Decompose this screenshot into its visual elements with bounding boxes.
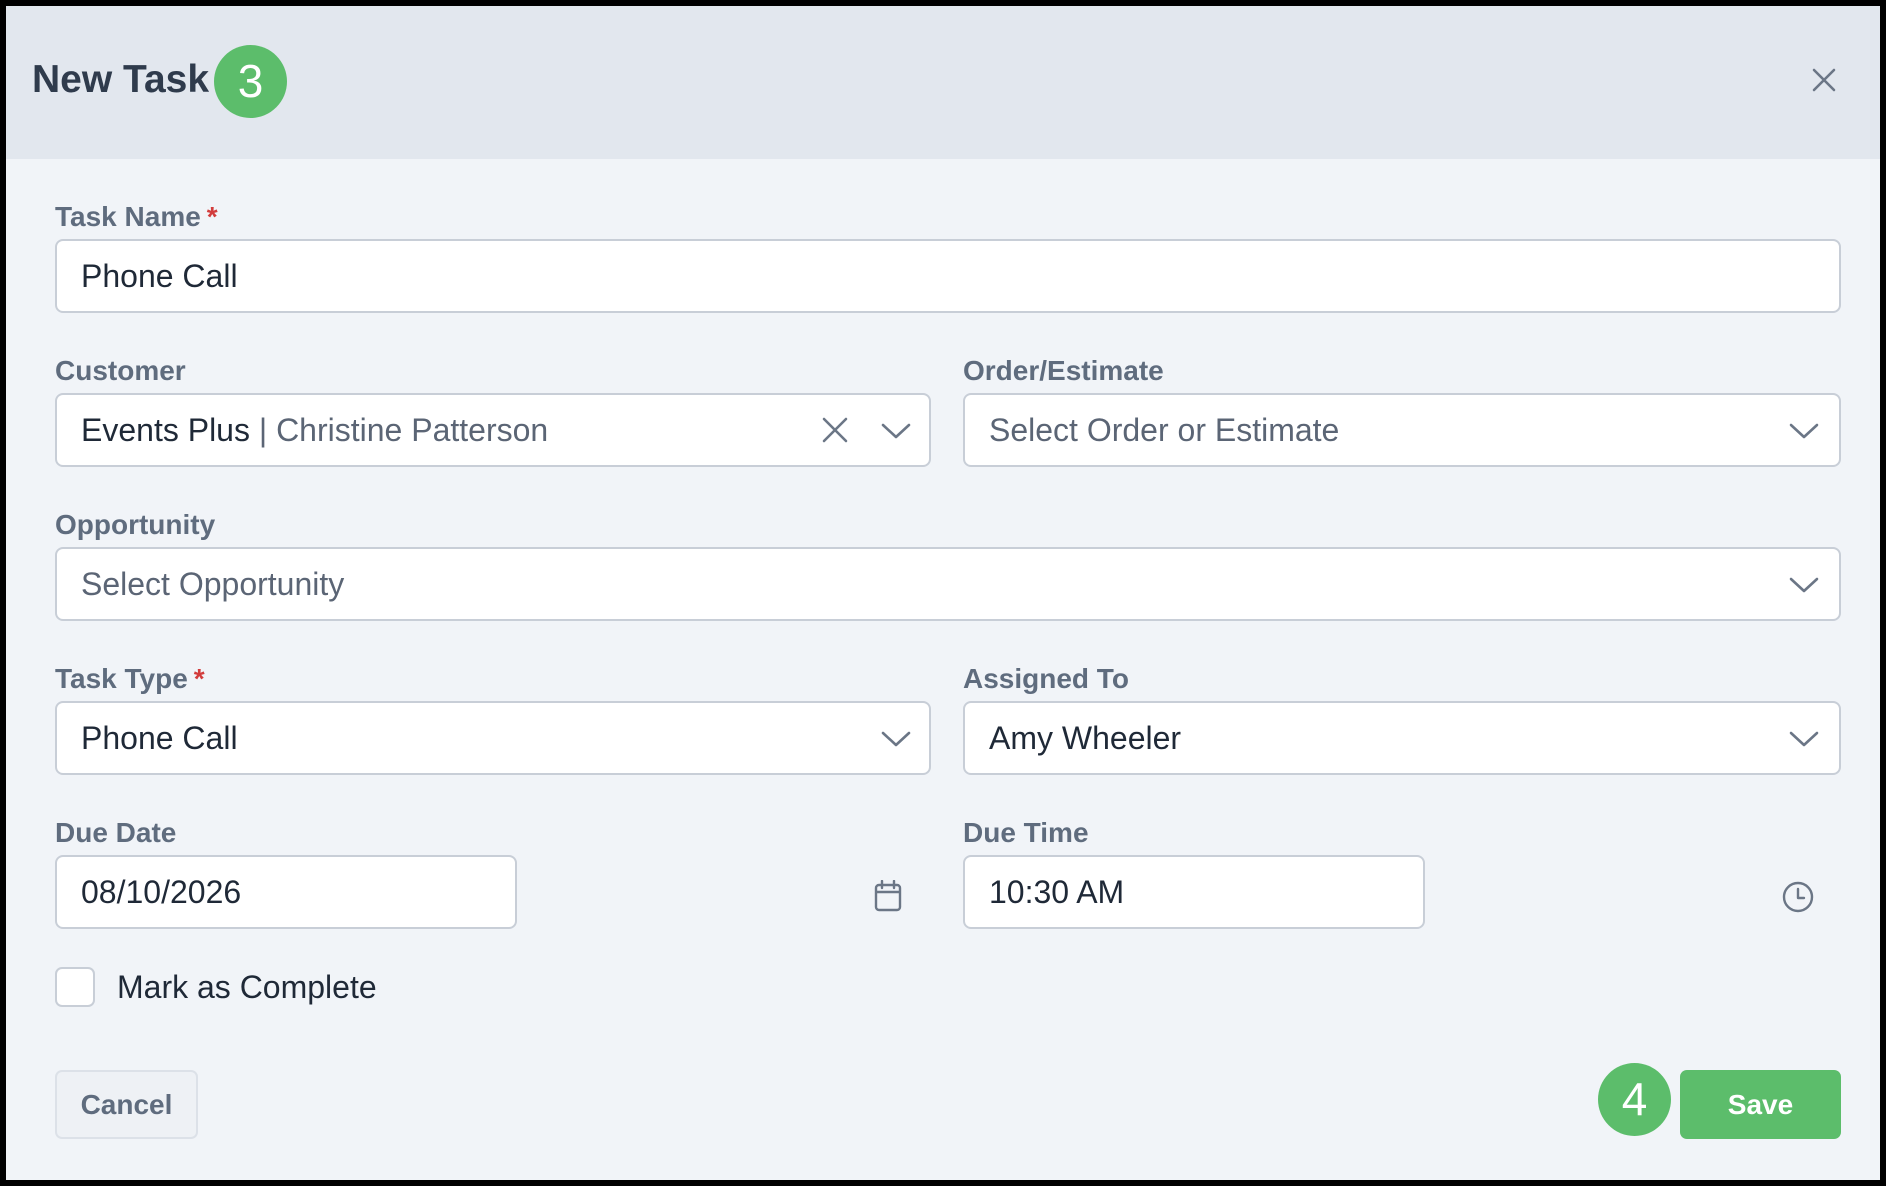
modal-header: New Task 3 [6, 6, 1880, 159]
customer-separator: | [249, 412, 277, 448]
step-badge-3: 3 [214, 45, 287, 118]
due-time-value: 10:30 AM [989, 874, 1125, 910]
mark-complete-label[interactable]: Mark as Complete [117, 967, 377, 1007]
modal-title: New Task [32, 58, 210, 101]
task-name-value: Phone Call [81, 258, 238, 294]
assigned-to-select[interactable]: Amy Wheeler [963, 701, 1841, 775]
mark-complete-checkbox[interactable] [55, 967, 95, 1007]
calendar-icon[interactable] [874, 880, 902, 912]
clock-icon[interactable] [1782, 881, 1814, 913]
save-button[interactable]: Save [1680, 1070, 1841, 1139]
due-time-label: Due Time [963, 817, 1089, 848]
close-button[interactable] [1810, 66, 1838, 94]
order-estimate-placeholder: Select Order or Estimate [989, 412, 1340, 448]
chevron-down-icon [1789, 577, 1819, 593]
assigned-to-value: Amy Wheeler [989, 720, 1182, 756]
chevron-down-icon [1789, 423, 1819, 439]
cancel-button[interactable]: Cancel [55, 1070, 198, 1139]
step-badge-4: 4 [1598, 1063, 1671, 1136]
assigned-to-label: Assigned To [963, 663, 1129, 694]
order-estimate-select[interactable]: Select Order or Estimate [963, 393, 1841, 467]
customer-contact: Christine Patterson [276, 412, 549, 448]
task-type-select[interactable]: Phone Call [55, 701, 931, 775]
chevron-down-icon [881, 731, 911, 747]
opportunity-label: Opportunity [55, 509, 216, 540]
due-time-input[interactable]: 10:30 AM [963, 855, 1425, 929]
task-type-value: Phone Call [81, 720, 238, 756]
customer-select[interactable]: Events Plus | Christine Patterson [55, 393, 931, 467]
due-date-input[interactable]: 08/10/2026 [55, 855, 517, 929]
task-name-input[interactable]: Phone Call [55, 239, 1841, 313]
due-date-value: 08/10/2026 [81, 874, 242, 910]
customer-name: Events Plus [81, 412, 250, 448]
required-mark: * [193, 663, 205, 694]
order-estimate-label: Order/Estimate [963, 355, 1164, 386]
chevron-down-icon [1789, 731, 1819, 747]
opportunity-select[interactable]: Select Opportunity [55, 547, 1841, 621]
opportunity-placeholder: Select Opportunity [81, 566, 345, 602]
task-type-label: Task Type * [55, 663, 205, 695]
new-task-modal: New Task 3 Task Name * Phone Call Custome… [6, 6, 1880, 1180]
close-icon [1812, 68, 1836, 92]
chevron-down-icon [881, 423, 911, 439]
due-date-label: Due Date [55, 817, 177, 848]
task-type-label-text: Task Type [55, 663, 188, 694]
task-name-label-text: Task Name [55, 201, 201, 232]
customer-label: Customer [55, 355, 186, 386]
task-name-label: Task Name * [55, 201, 218, 233]
clear-icon[interactable] [821, 416, 849, 444]
required-mark: * [206, 201, 218, 232]
